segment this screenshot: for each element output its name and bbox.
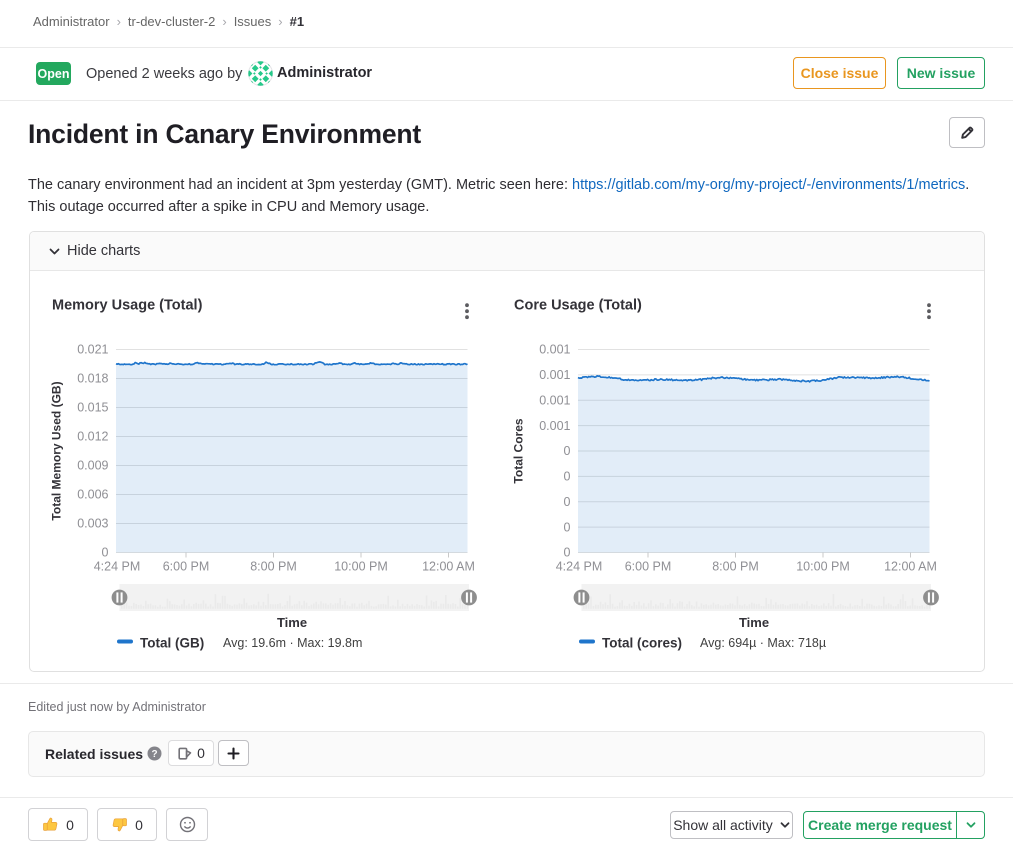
svg-text:0.001: 0.001 bbox=[539, 343, 570, 357]
svg-text:10:00 PM: 10:00 PM bbox=[334, 560, 388, 574]
svg-text:0.001: 0.001 bbox=[539, 394, 570, 408]
svg-text:0: 0 bbox=[564, 495, 571, 509]
svg-text:Time: Time bbox=[739, 615, 769, 630]
svg-text:Memory Usage (Total): Memory Usage (Total) bbox=[52, 298, 203, 314]
svg-text:0.003: 0.003 bbox=[77, 517, 108, 531]
svg-text:0.006: 0.006 bbox=[77, 488, 108, 502]
svg-text:Core Usage (Total): Core Usage (Total) bbox=[514, 298, 642, 314]
svg-text:4:24 PM: 4:24 PM bbox=[556, 560, 603, 574]
svg-text:0.009: 0.009 bbox=[77, 459, 108, 473]
svg-text:0.001: 0.001 bbox=[539, 419, 570, 433]
svg-text:Total Cores: Total Cores bbox=[512, 418, 526, 483]
svg-text:0: 0 bbox=[564, 444, 571, 458]
svg-text:8:00 PM: 8:00 PM bbox=[250, 560, 297, 574]
svg-text:0: 0 bbox=[102, 546, 109, 560]
svg-text:6:00 PM: 6:00 PM bbox=[163, 560, 210, 574]
svg-text:8:00 PM: 8:00 PM bbox=[712, 560, 759, 574]
svg-text:0.001: 0.001 bbox=[539, 368, 570, 382]
svg-text:Time: Time bbox=[277, 615, 307, 630]
svg-text:Total Memory Used (GB): Total Memory Used (GB) bbox=[50, 381, 64, 520]
svg-text:4:24 PM: 4:24 PM bbox=[94, 560, 141, 574]
svg-text:12:00 AM: 12:00 AM bbox=[422, 560, 475, 574]
svg-text:12:00 AM: 12:00 AM bbox=[884, 560, 937, 574]
svg-text:10:00 PM: 10:00 PM bbox=[796, 560, 850, 574]
svg-text:Avg: 694µ · Max: 718µ: Avg: 694µ · Max: 718µ bbox=[700, 636, 826, 650]
svg-text:Total (cores): Total (cores) bbox=[602, 636, 682, 651]
svg-text:Avg: 19.6m · Max: 19.8m: Avg: 19.6m · Max: 19.8m bbox=[223, 636, 362, 650]
svg-text:0.021: 0.021 bbox=[77, 343, 108, 357]
svg-text:0: 0 bbox=[564, 546, 571, 560]
svg-text:0: 0 bbox=[564, 520, 571, 534]
svg-text:6:00 PM: 6:00 PM bbox=[625, 560, 672, 574]
svg-text:0.015: 0.015 bbox=[77, 401, 108, 415]
svg-text:0.012: 0.012 bbox=[77, 430, 108, 444]
svg-text:0: 0 bbox=[564, 470, 571, 484]
svg-text:?: ? bbox=[151, 749, 157, 760]
svg-text:0.018: 0.018 bbox=[77, 372, 108, 386]
svg-text:Total (GB): Total (GB) bbox=[140, 636, 204, 651]
